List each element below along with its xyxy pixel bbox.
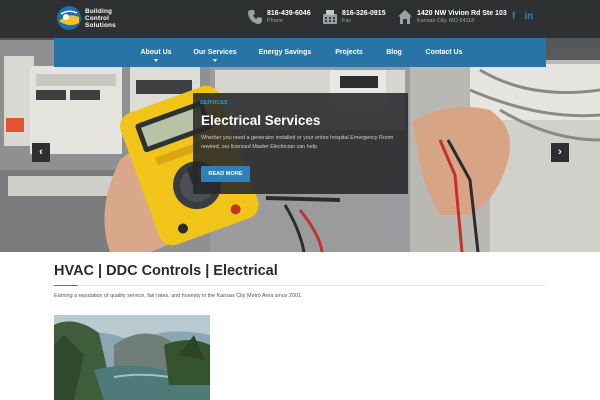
slider-prev-button[interactable]: ‹ — [32, 143, 50, 162]
page: Building Control Solutions 816-439-6046 … — [0, 0, 600, 400]
logo-line: Building — [85, 7, 113, 15]
logo-line: Solutions — [85, 21, 116, 29]
nav-item-label: Contact Us — [425, 49, 463, 56]
site-logo[interactable]: Building Control Solutions — [56, 4, 140, 32]
slider-next-button[interactable]: › — [551, 143, 569, 162]
nav-item-blog[interactable]: Blog — [386, 38, 402, 67]
contact-address[interactable]: 1420 NW Vivion Rd Ste 103 Kansas City, M… — [397, 9, 507, 25]
nav-item-label: Projects — [335, 49, 363, 56]
nav-item-about-us[interactable]: About Us — [136, 38, 176, 67]
facebook-icon[interactable]: f — [512, 11, 515, 23]
logo-line: Control — [85, 14, 110, 22]
slide-description: Whether you need a generator installed o… — [201, 135, 394, 150]
chevron-left-icon: ‹ — [39, 146, 43, 158]
slide-title: Electrical Services — [201, 113, 321, 128]
logo-globe-icon — [57, 6, 81, 30]
fax-number: 816-326-0915 — [342, 9, 386, 17]
heading-divider-accent — [54, 285, 78, 286]
heading-divider — [54, 285, 546, 286]
social-links: f in — [512, 11, 533, 23]
nav-item-contact-us[interactable]: Contact Us — [425, 38, 463, 67]
home-icon — [398, 10, 412, 24]
nav-item-energy-savings[interactable]: Energy Savings — [258, 38, 312, 67]
phone-label: Phone — [267, 17, 283, 24]
slide-caption: SERVICES Electrical Services Whether you… — [193, 93, 408, 194]
address-city: Kansas City, MO 64118 — [417, 17, 475, 24]
intro-text: Earning a reputation of quality service,… — [54, 293, 303, 299]
nav-item-label: About Us — [140, 49, 172, 56]
address-line: 1420 NW Vivion Rd Ste 103 — [417, 9, 507, 17]
landscape-photo — [54, 315, 210, 400]
page-heading: HVAC | DDC Controls | Electrical — [54, 263, 278, 279]
phone-number: 816-439-6046 — [267, 9, 311, 17]
content-image — [54, 315, 210, 400]
fax-icon — [323, 10, 337, 24]
main-nav: About Us Our Services Energy Savings Pro… — [54, 38, 546, 67]
linkedin-icon[interactable]: in — [524, 11, 533, 23]
chevron-right-icon: › — [558, 146, 562, 158]
nav-item-our-services[interactable]: Our Services — [193, 38, 237, 67]
nav-item-projects[interactable]: Projects — [335, 38, 363, 67]
slide-category[interactable]: SERVICES — [200, 100, 228, 106]
nav-item-label: Energy Savings — [258, 49, 312, 56]
logo-wordmark: Building Control Solutions — [85, 8, 116, 29]
caret-down-icon — [154, 59, 158, 62]
contact-phone[interactable]: 816-439-6046 Phone — [247, 9, 311, 25]
nav-item-label: Our Services — [193, 49, 237, 56]
nav-item-label: Blog — [386, 49, 402, 56]
read-more-button[interactable]: READ MORE — [201, 166, 250, 182]
contact-fax[interactable]: 816-326-0915 Fax — [322, 9, 386, 25]
fax-label: Fax — [342, 17, 352, 24]
phone-icon — [248, 10, 262, 24]
caret-down-icon — [213, 59, 217, 62]
